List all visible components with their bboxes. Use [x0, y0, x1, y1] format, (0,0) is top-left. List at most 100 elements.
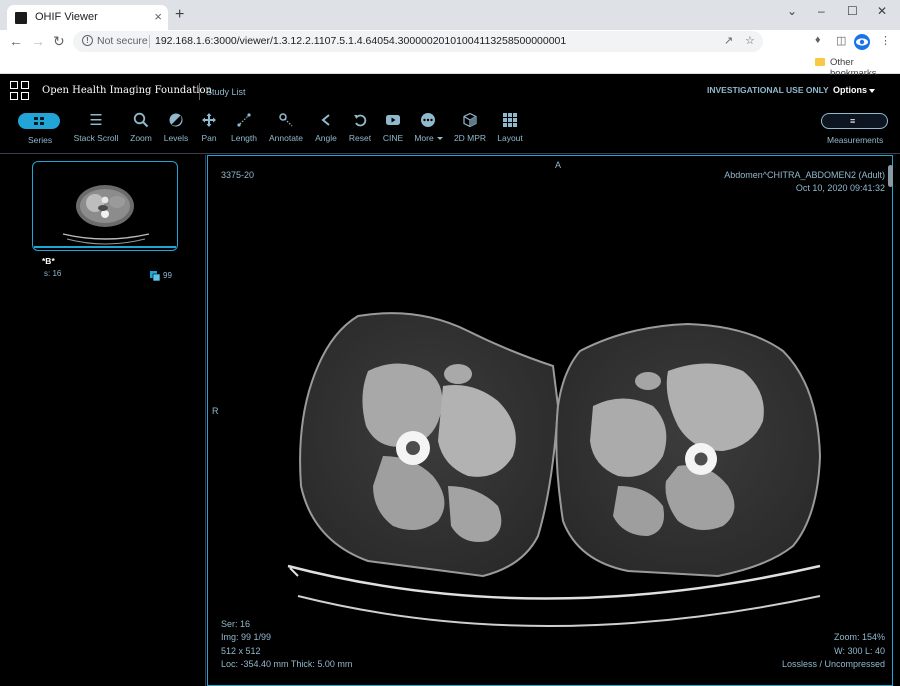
overlay-dimensions: 512 x 512: [221, 646, 261, 656]
menu-kebab-icon[interactable]: ⋮: [880, 34, 891, 47]
overlay-location: Loc: -354.40 mm Thick: 5.00 mm: [221, 659, 353, 669]
orientation-left-marker: R: [212, 406, 219, 416]
tool-layout[interactable]: Layout: [496, 106, 524, 154]
overlay-top-left: 3375-20: [221, 170, 255, 180]
pin-icon: [277, 112, 295, 130]
app-header: Open Health Imaging Foundation Study Lis…: [0, 75, 900, 106]
folder-icon: [815, 58, 825, 66]
more-icon: [419, 112, 437, 130]
measurements-toggle-button[interactable]: ≡: [821, 113, 888, 129]
tool-levels[interactable]: Levels: [162, 106, 190, 154]
image-scrollbar[interactable]: [888, 165, 893, 187]
tool-length[interactable]: Length: [228, 106, 260, 154]
overlay-study-date: Oct 10, 2020 09:41:32: [795, 183, 885, 193]
browser-tab[interactable]: OHIF Viewer ×: [7, 5, 168, 30]
tool-cine[interactable]: CINE: [380, 106, 406, 154]
series-toggle-button[interactable]: [18, 113, 60, 129]
contrast-icon: [167, 112, 185, 130]
tab-title: OHIF Viewer: [35, 11, 98, 23]
series-grid-icon: [34, 117, 44, 125]
cube-icon: [461, 112, 479, 130]
maximize-button[interactable]: ☐: [847, 4, 858, 18]
tool-label: Annotate: [268, 133, 304, 143]
share-icon[interactable]: ↗: [724, 34, 733, 47]
overlay-patient-name: Abdomen^CHITRA_ABDOMEN2 (Adult): [724, 170, 885, 180]
tool-stack-scroll[interactable]: ☰ Stack Scroll: [73, 106, 119, 154]
series-thumbnail[interactable]: [32, 161, 178, 251]
ohif-favicon-icon: [15, 12, 27, 24]
study-list-link[interactable]: Study List: [206, 87, 246, 97]
thumbnail-progress-bar: [34, 246, 176, 248]
thumbnail-ct-image: [62, 185, 150, 245]
tool-label: Reset: [348, 133, 372, 143]
play-icon: [384, 112, 402, 130]
overlay-compression: Lossless / Uncompressed: [781, 659, 885, 669]
measurements-label: Measurements: [827, 135, 884, 145]
tool-label: Zoom: [130, 133, 152, 143]
chevron-down-icon[interactable]: [869, 89, 875, 93]
search-icon: [132, 112, 150, 130]
ruler-icon: [235, 112, 253, 130]
study-browser: *B* s: 16 99: [0, 155, 206, 686]
omnibox-divider: [149, 35, 150, 48]
tool-pan[interactable]: Pan: [196, 106, 222, 154]
extensions-icon[interactable]: ♦: [815, 34, 821, 46]
angle-icon: [317, 112, 335, 130]
reload-icon[interactable]: ↻: [53, 33, 65, 50]
tool-label: CINE: [382, 133, 404, 143]
brand-title[interactable]: Open Health Imaging Foundation: [42, 85, 212, 96]
url-text[interactable]: 192.168.1.6:3000/viewer/1.3.12.2.1107.5.…: [155, 35, 566, 47]
tab-close-icon[interactable]: ×: [154, 9, 162, 24]
browser-tab-strip: OHIF Viewer × + ⌄ – ☐ ✕: [0, 0, 900, 30]
tool-zoom[interactable]: Zoom: [127, 106, 155, 154]
side-panel-icon[interactable]: ◫: [836, 34, 846, 47]
series-label: Series: [28, 135, 53, 145]
arrows-icon: [200, 112, 218, 130]
grid-icon: [501, 112, 519, 130]
address-bar[interactable]: ! Not secure 192.168.1.6:3000/viewer/1.3…: [73, 31, 763, 52]
tab-search-icon[interactable]: ⌄: [787, 4, 797, 18]
tool-label: Angle: [315, 133, 337, 143]
profile-eye-icon[interactable]: [854, 34, 870, 50]
tool-label: Levels: [163, 133, 189, 143]
overlay-window-level: W: 300 L: 40: [834, 646, 885, 656]
browser-toolbar: ← → ↻ ! Not secure 192.168.1.6:3000/view…: [0, 30, 900, 53]
bookmark-star-icon[interactable]: ☆: [745, 34, 755, 47]
tool-label: Length: [231, 133, 257, 143]
tool-label: Stack Scroll: [73, 133, 119, 143]
tool-annotate[interactable]: Annotate: [267, 106, 305, 154]
overlay-zoom: Zoom: 154%: [833, 632, 885, 642]
close-window-button[interactable]: ✕: [877, 4, 887, 18]
tool-2d-mpr[interactable]: 2D MPR: [452, 106, 488, 154]
tool-label: Pan: [201, 133, 217, 143]
back-arrow-icon[interactable]: ←: [9, 33, 23, 49]
tool-reset[interactable]: Reset: [347, 106, 373, 154]
investigational-notice: INVESTIGATIONAL USE ONLY: [707, 85, 829, 95]
tool-more[interactable]: More: [412, 106, 444, 154]
options-menu[interactable]: Options: [833, 85, 867, 95]
orientation-top-marker: A: [555, 160, 562, 170]
security-label: Not secure: [97, 35, 148, 47]
info-icon[interactable]: !: [82, 35, 93, 46]
tool-label: 2D MPR: [453, 133, 487, 143]
more-caret-icon: [437, 137, 443, 140]
new-tab-button[interactable]: +: [175, 6, 184, 24]
bookmarks-bar: Other bookmarks: [0, 53, 900, 79]
overlay-image-index: Img: 99 1/99: [221, 632, 272, 642]
overlay-series: Ser: 16: [221, 619, 251, 629]
reset-icon: [351, 112, 369, 130]
list-icon: ≡: [850, 116, 856, 126]
ohif-logo-icon[interactable]: [10, 81, 31, 102]
tool-angle[interactable]: Angle: [313, 106, 339, 154]
image-viewport[interactable]: A R 3375-20 Abdomen^CHITRA_ABDOMEN2 (Adu…: [207, 155, 893, 686]
header-divider: [199, 83, 200, 100]
series-number: s: 16: [44, 269, 62, 278]
stack-icon: [150, 268, 161, 282]
minimize-button[interactable]: –: [818, 4, 825, 18]
forward-arrow-icon[interactable]: →: [31, 33, 45, 49]
ct-image-canvas[interactable]: [208, 156, 893, 686]
series-description: *B*: [42, 256, 55, 266]
bars-icon: ☰: [89, 112, 103, 129]
tool-label: Layout: [497, 133, 523, 143]
instance-count: 99: [163, 271, 172, 280]
